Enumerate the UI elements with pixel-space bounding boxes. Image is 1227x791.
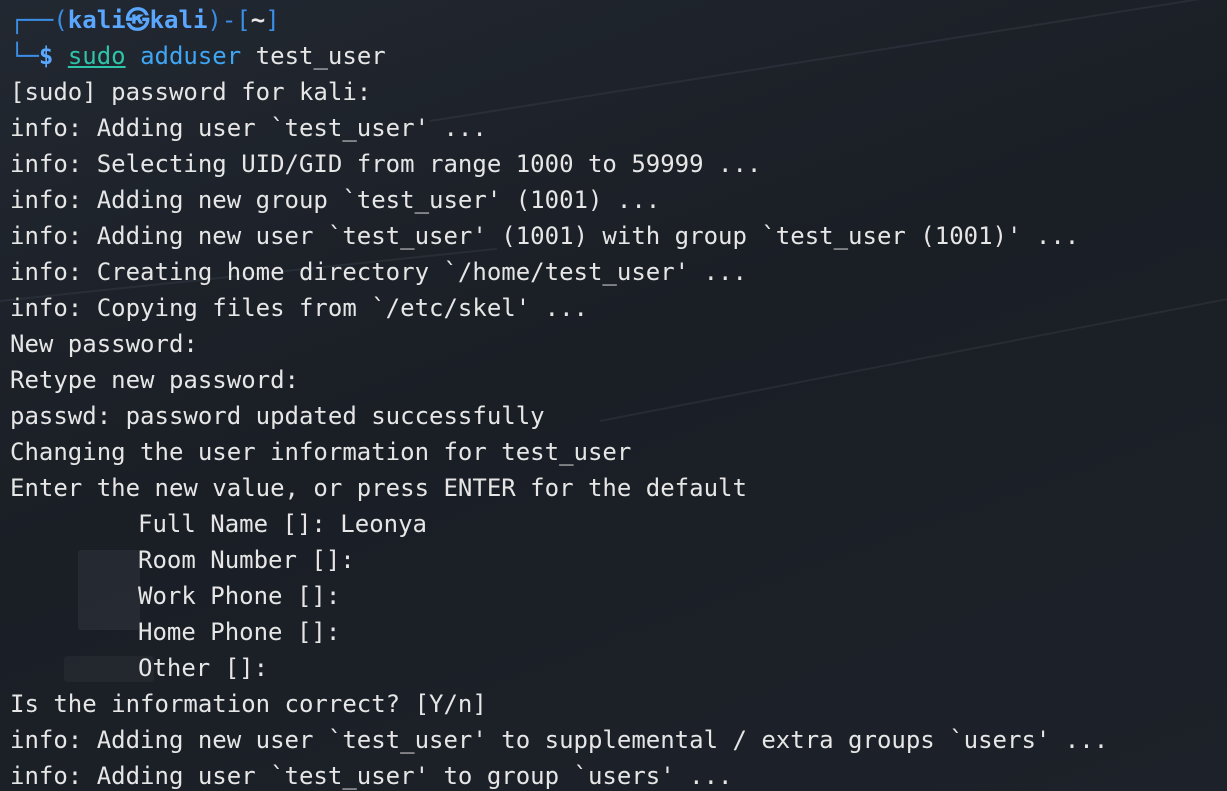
prompt-at-symbol: ㉿ [125, 6, 150, 34]
output-line: [sudo] password for kali: [10, 78, 372, 106]
output-line: info: Adding new user `test_user' to sup… [10, 726, 1109, 754]
prompt-host: kali [149, 6, 208, 34]
prompt-line-command: └─$ sudo adduser test_user [10, 38, 1227, 74]
output-line: info: Creating home directory `/home/tes… [10, 258, 747, 286]
output-line: Changing the user information for test_u… [10, 438, 632, 466]
output-line: info: Adding new user `test_user' (1001)… [10, 222, 1080, 250]
output-line: Enter the new value, or press ENTER for … [10, 474, 747, 502]
prompt-border: ] [265, 6, 280, 34]
command-argument: test_user [255, 42, 386, 70]
user-info-field-other: Other []: [138, 654, 269, 682]
output-line: info: Adding new group `test_user' (1001… [10, 186, 661, 214]
user-info-field-full-name: Full Name []: Leonya [138, 510, 427, 538]
prompt-line-top: ┌──(kali㉿kali)-[~] [10, 2, 1227, 38]
terminal-output[interactable]: ┌──(kali㉿kali)-[~] └─$ sudo adduser test… [10, 2, 1227, 791]
command-adduser: adduser [140, 42, 242, 70]
terminal-window[interactable]: ┌──(kali㉿kali)-[~] └─$ sudo adduser test… [0, 0, 1227, 791]
command-sudo: sudo [67, 42, 126, 70]
output-line: Is the information correct? [Y/n] [10, 690, 487, 718]
output-line: info: Selecting UID/GID from range 1000 … [10, 150, 762, 178]
user-info-field-work-phone: Work Phone []: [138, 582, 341, 610]
prompt-directory: ~ [250, 6, 266, 34]
output-line: info: Adding user `test_user' ... [10, 114, 487, 142]
prompt-border: )-[ [207, 6, 251, 34]
output-line: New password: [10, 330, 198, 358]
output-line: Retype new password: [10, 366, 299, 394]
prompt-user: kali [67, 6, 126, 34]
prompt-border: ┌──( [10, 6, 68, 34]
prompt-dollar: $ [38, 42, 68, 70]
output-line: info: Adding user `test_user' to group `… [10, 762, 733, 790]
user-info-field-room-number: Room Number []: [138, 546, 355, 574]
user-info-field-home-phone: Home Phone []: [138, 618, 341, 646]
output-line: passwd: password updated successfully [10, 402, 545, 430]
prompt-border: └─ [10, 42, 39, 70]
output-line: info: Copying files from `/etc/skel' ... [10, 294, 588, 322]
